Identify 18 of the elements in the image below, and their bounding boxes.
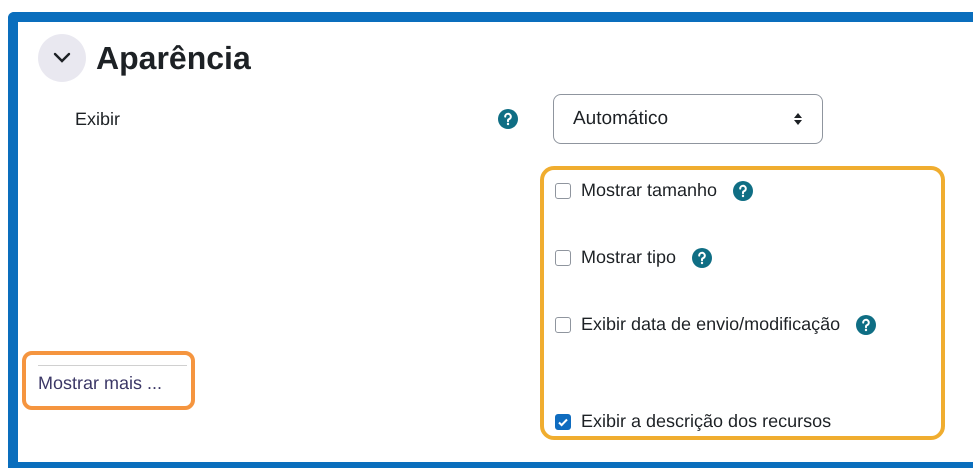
- checkbox-label: Exibir data de envio/modificação: [581, 313, 840, 336]
- field-label: Exibir: [75, 108, 120, 130]
- checkbox-label: Exibir a descrição dos recursos: [581, 410, 832, 433]
- sort-arrows-icon: [793, 112, 803, 126]
- checkbox-label: Mostrar tipo: [581, 246, 676, 269]
- display-select[interactable]: Automático: [553, 94, 823, 144]
- help-icon[interactable]: [733, 180, 754, 200]
- checkbox[interactable]: [555, 250, 571, 266]
- help-icon[interactable]: [498, 109, 518, 129]
- checkbox-label: Mostrar tamanho: [581, 179, 718, 202]
- checkbox[interactable]: [555, 316, 571, 332]
- help-icon[interactable]: [856, 314, 876, 334]
- show-more-link[interactable]: Mostrar mais ...: [38, 373, 162, 393]
- checkbox[interactable]: [555, 182, 571, 198]
- help-icon[interactable]: [692, 248, 712, 268]
- section-title: Aparência: [96, 42, 251, 74]
- checkbox[interactable]: [555, 414, 571, 430]
- collapse-toggle[interactable]: [38, 34, 86, 82]
